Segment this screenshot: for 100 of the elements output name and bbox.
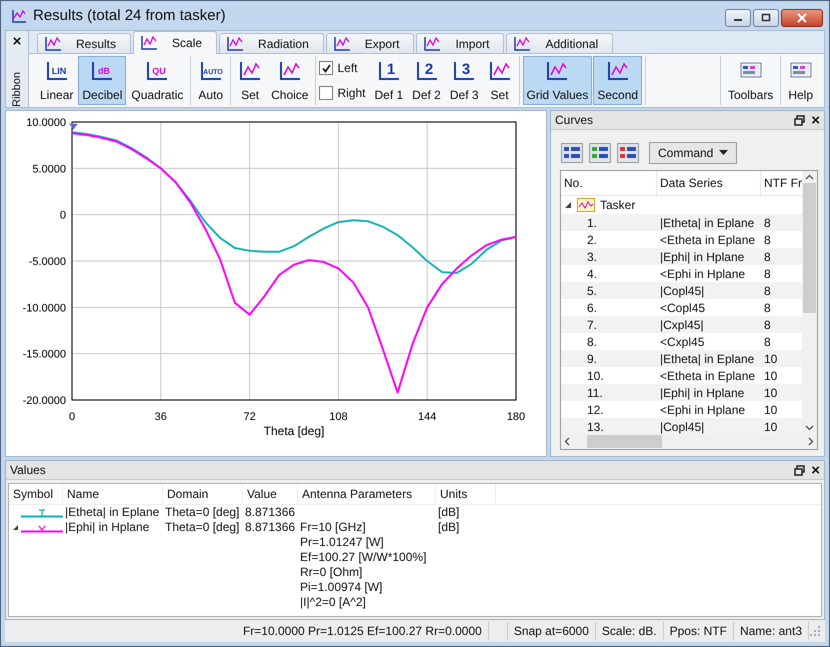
table-cell-text: 1. [586, 216, 598, 230]
expander-icon[interactable] [564, 201, 572, 210]
caret-icon [719, 150, 728, 156]
command-dropdown[interactable]: Command [649, 142, 738, 164]
vertical-scrollbar[interactable] [802, 171, 817, 434]
float-icon[interactable] [794, 114, 806, 126]
ribbon-tab[interactable]: Results [37, 33, 132, 54]
table-cell-text: 10 [763, 402, 778, 417]
chart-icon [545, 60, 570, 82]
table-cell-text: |Copl45| [659, 420, 706, 434]
ribbon-button[interactable]: Toolbars [724, 56, 778, 106]
table-cell-text: 8 [763, 232, 772, 247]
axis-tick-label: 108 [329, 411, 348, 424]
ribbon-tab[interactable]: Scale [133, 31, 218, 54]
parameter-text: |I|^2=0 [A^2] [300, 595, 367, 610]
table-cell-text: |Ephi| in Hplane [64, 520, 150, 536]
checkbox-option[interactable]: Right [319, 86, 366, 100]
table-cell-text: <Etheta in Eplane [659, 368, 756, 383]
ribbon-close-button[interactable]: × [12, 33, 22, 50]
ribbon-button[interactable]: QU Quadratic [127, 56, 188, 106]
chart-icon [606, 60, 630, 82]
column-header[interactable]: Value [243, 484, 298, 504]
table-cell-text: |Copl45| [659, 284, 706, 298]
resize-grip-icon[interactable] [809, 624, 821, 637]
ribbon-button[interactable]: Grid Values [522, 56, 592, 106]
axis-tick-label: 144 [418, 411, 436, 424]
table-cell-text: <Ephi in Hplane [659, 402, 746, 417]
table-cell-text: |Etheta| in Eplane [659, 216, 756, 230]
status-text: Name: ant3 [734, 622, 809, 640]
column-header[interactable]: No. [561, 171, 657, 196]
chart-icon [488, 60, 512, 82]
panel-close-button[interactable]: × [811, 462, 820, 478]
column-header[interactable]: Units [436, 484, 496, 504]
panel-title: Curves [555, 113, 594, 128]
check-icon [320, 62, 332, 74]
minimize-button[interactable] [725, 9, 751, 27]
ribbon-button[interactable]: 2 Def 2 [408, 56, 445, 106]
status-text: Ppos: NTF [664, 622, 734, 640]
ribbon-button[interactable]: Set [234, 56, 266, 106]
table-cell-text: 10 [763, 420, 778, 434]
column-header[interactable]: Symbol [9, 484, 63, 504]
chart-icon [332, 36, 351, 52]
column-header[interactable]: Antenna Parameters [298, 484, 436, 504]
table-cell-text: |Etheta| in Eplane [659, 352, 756, 366]
float-icon[interactable] [794, 464, 806, 476]
panel-close-button[interactable]: × [811, 112, 820, 128]
table-cell-text: 10 [763, 386, 778, 400]
ribbon-tab[interactable]: Export [326, 33, 414, 54]
table-cell-text: 8 [763, 216, 772, 230]
table-cell-text: 11. [586, 386, 604, 400]
cursor-marker-icon [69, 124, 78, 130]
table-cell-text: 3. [586, 250, 598, 264]
axis-tick-label: 72 [243, 411, 256, 424]
ribbon-button[interactable]: 3 Def 3 [446, 56, 483, 106]
series-toggle-icon[interactable] [617, 143, 639, 164]
close-icon [797, 13, 807, 23]
ribbon-tab[interactable]: Import [416, 33, 504, 54]
table-cell-text: 8 [763, 318, 772, 332]
table-cell-text: 5. [586, 284, 598, 298]
ribbon-button[interactable]: Choice [267, 56, 312, 106]
table-cell-text: Theta=0 [deg] [164, 520, 240, 536]
tree-node-label[interactable]: Tasker [600, 198, 636, 212]
ribbon-button[interactable]: dB Decibel [78, 56, 126, 106]
column-header[interactable]: Data Series [657, 171, 761, 196]
chart-icon [44, 36, 62, 52]
axis-tick-label: 36 [154, 411, 167, 424]
ribbon-button[interactable]: Help [784, 56, 817, 106]
column-header[interactable]: Name [63, 484, 163, 504]
series-toggle-icon[interactable] [561, 143, 583, 164]
ribbon-tab[interactable]: Radiation [219, 33, 324, 54]
axis-tick-label: 5.0000 [32, 163, 66, 176]
series-toggle-icon[interactable] [589, 143, 611, 164]
table-cell-text: 2. [586, 232, 598, 247]
ribbon-button[interactable]: Set [484, 56, 516, 106]
axis-tick-label: 0 [60, 210, 66, 222]
chart-icon [577, 198, 595, 212]
table-cell-text: 6. [586, 300, 598, 315]
expander-icon[interactable] [12, 524, 19, 532]
close-button[interactable] [781, 9, 823, 27]
table-cell-text: 9. [586, 352, 598, 366]
ribbon-button[interactable]: LIN Linear [36, 56, 78, 106]
table-cell-text: 10. [586, 368, 605, 383]
axis-tick-label: 0 [68, 411, 76, 424]
horizontal-scrollbar[interactable] [561, 434, 817, 450]
ribbon-button[interactable]: Second [593, 56, 642, 106]
ribbon-tab[interactable]: Additional [506, 33, 614, 54]
checkbox-option[interactable]: Left [319, 61, 366, 76]
table-cell-text: 10 [763, 352, 778, 366]
table-cell-text: |Etheta| in Eplane [64, 505, 160, 520]
table-cell-text: 8 [763, 284, 772, 298]
column-header[interactable]: Domain [163, 484, 243, 504]
chart-icon [238, 60, 262, 82]
table-cell-text: [dB] [437, 520, 460, 536]
maximize-button[interactable] [753, 9, 779, 27]
table-cell-text: 12. [586, 402, 605, 417]
ribbon-button[interactable]: 1 Def 1 [370, 56, 408, 106]
table-cell-text: |Ephi| in Hplane [659, 386, 746, 400]
table-cell-text: [dB] [437, 505, 460, 520]
table-cell-text: <Etheta in Eplane [659, 232, 756, 247]
table-cell-text: 8. [586, 334, 598, 349]
